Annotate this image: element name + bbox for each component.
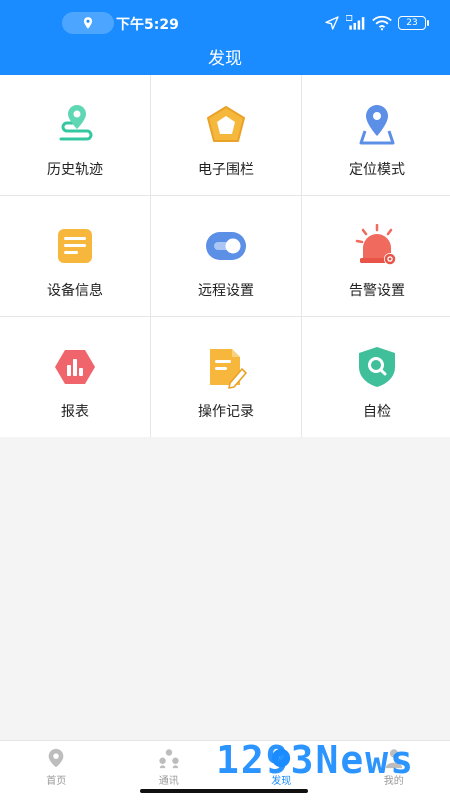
alarm-siren-icon (355, 224, 396, 265)
home-indicator (140, 789, 308, 793)
battery-icon: 23 (398, 16, 429, 30)
feature-self-check[interactable]: 自检 (302, 317, 450, 437)
feature-label: 自检 (363, 404, 391, 420)
feature-grid: 历史轨迹 电子围栏 定位模式 设备信息 远程设置 告警设置 报表 操作记录 自检 (0, 75, 450, 437)
status-time: 下午5:29 (116, 17, 179, 33)
page-title: 发现 (208, 49, 242, 69)
bar-chart-hexagon-icon (55, 350, 95, 384)
feature-remote-settings[interactable]: 远程设置 (151, 196, 301, 316)
feature-label: 定位模式 (349, 162, 405, 178)
pentagon-fence-icon (207, 106, 245, 142)
route-pin-icon (59, 105, 93, 141)
feature-alarm-settings[interactable]: 告警设置 (302, 196, 450, 316)
feature-reports[interactable]: 报表 (0, 317, 150, 437)
shield-search-icon (359, 347, 395, 387)
feature-label: 操作记录 (198, 404, 254, 420)
feature-label: 告警设置 (349, 283, 405, 299)
location-icon (83, 17, 93, 29)
feature-label: 远程设置 (198, 283, 254, 299)
contacts-icon (159, 749, 179, 769)
map-pin-icon (359, 105, 395, 145)
feature-device-info[interactable]: 设备信息 (0, 196, 150, 316)
nav-label: 通讯 (158, 776, 179, 787)
watermark: 1293News (216, 738, 416, 782)
status-bar: 下午5:29 23 (0, 10, 450, 36)
feature-label: 历史轨迹 (47, 162, 103, 178)
screen: 下午5:29 23 发现 历史轨迹 电子围栏 定位模式 设备信息 远程设置 告警… (0, 0, 450, 800)
feature-operation-log[interactable]: 操作记录 (151, 317, 301, 437)
feature-geofence[interactable]: 电子围栏 (151, 75, 301, 195)
nav-home[interactable]: 首页 (0, 741, 113, 800)
navigation-arrow-icon (325, 16, 339, 30)
feature-label: 报表 (61, 404, 89, 420)
feature-location-mode[interactable]: 定位模式 (302, 75, 450, 195)
note-pen-icon (210, 349, 247, 389)
document-list-icon (58, 229, 92, 263)
status-icons: 23 (324, 14, 429, 32)
feature-label: 设备信息 (47, 283, 103, 299)
location-indicator (62, 12, 114, 34)
battery-level: 23 (406, 18, 418, 28)
feature-history-track[interactable]: 历史轨迹 (0, 75, 150, 195)
header: 下午5:29 23 发现 (0, 0, 450, 75)
hd-signal-icon (346, 15, 365, 30)
feature-label: 电子围栏 (198, 162, 254, 178)
nav-label: 首页 (46, 776, 67, 787)
toggle-switch-icon (206, 232, 246, 260)
location-pin-icon (48, 748, 64, 768)
wifi-icon (372, 15, 392, 31)
